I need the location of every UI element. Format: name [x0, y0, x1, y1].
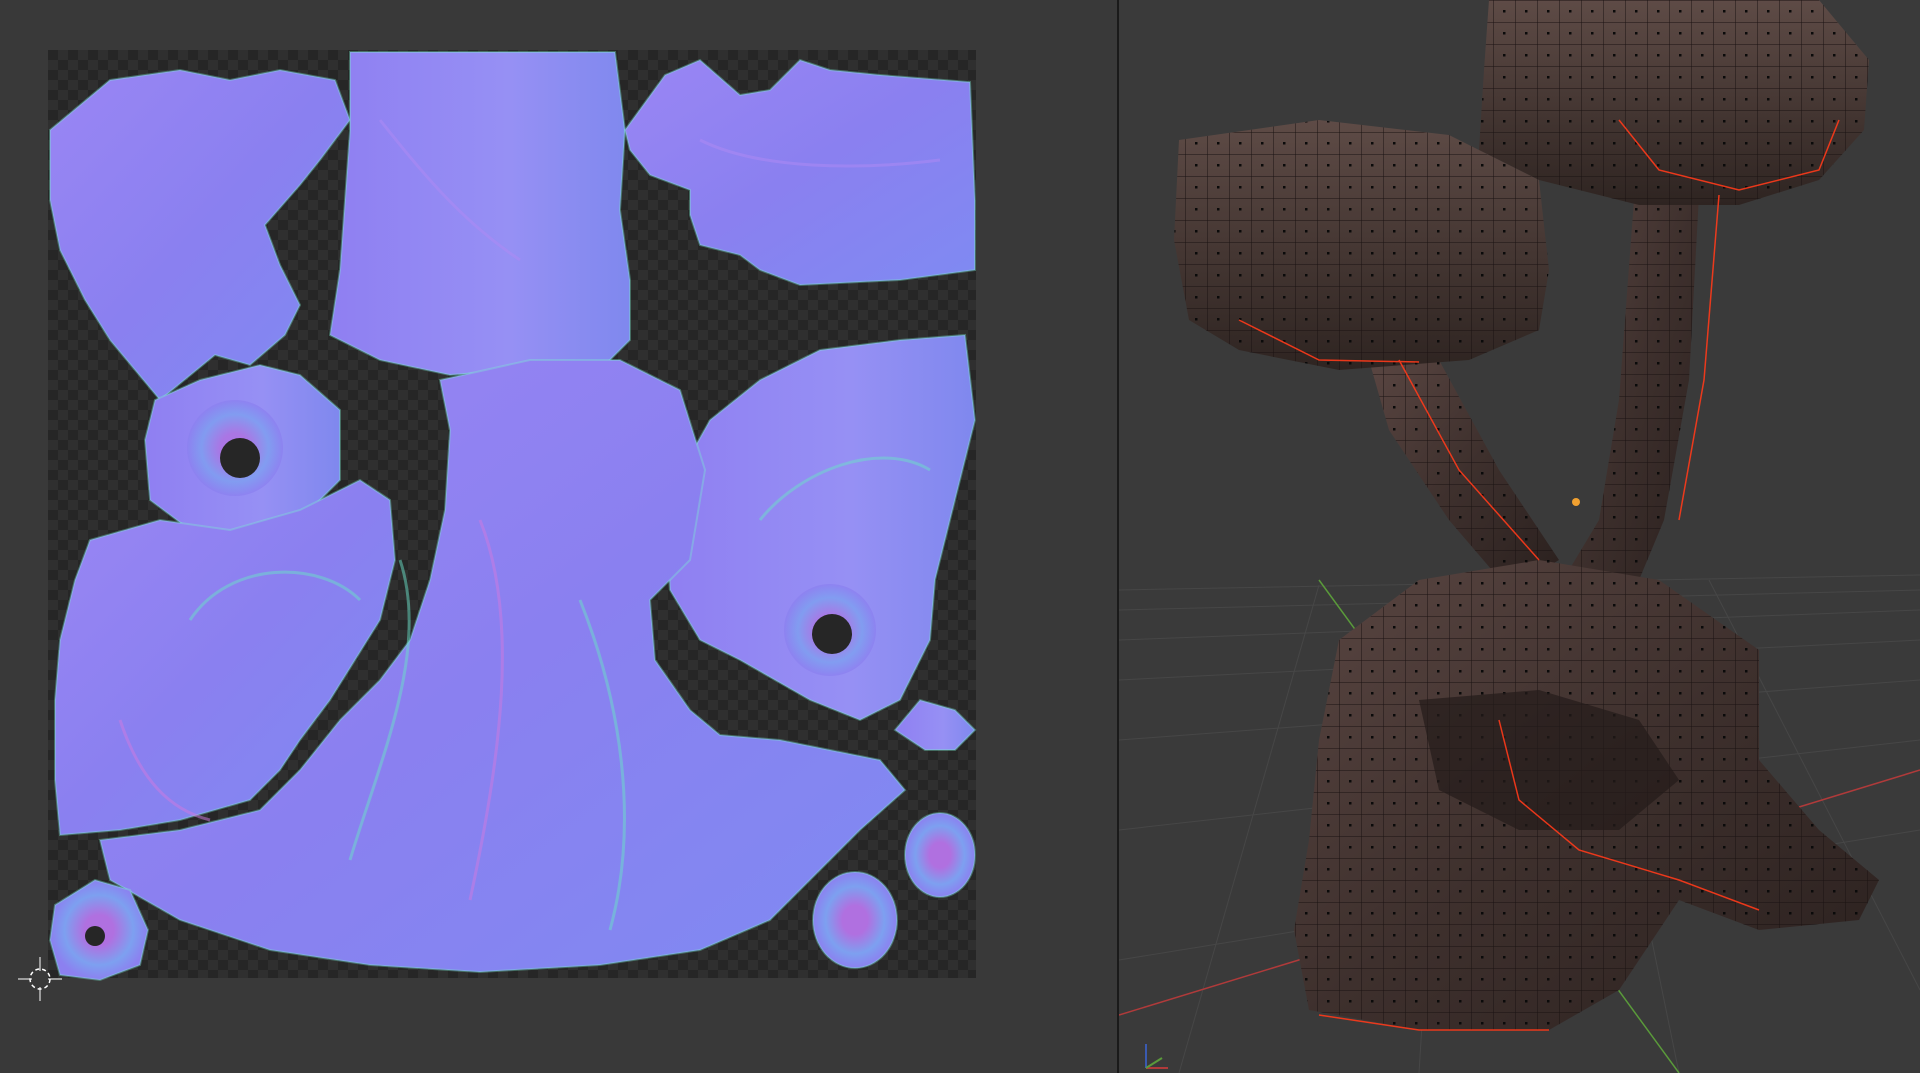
3d-viewport[interactable] [1119, 0, 1920, 1073]
uv-islands [48, 51, 977, 982]
uv-island-disc-bottom [812, 871, 898, 969]
uv-island-disc-right [904, 812, 976, 898]
uv-canvas[interactable] [0, 0, 1117, 1073]
uv-image-editor[interactable] [0, 0, 1117, 1073]
blender-window [0, 0, 1920, 1073]
2d-cursor-icon[interactable] [16, 955, 64, 1003]
viewport-canvas[interactable] [1119, 0, 1920, 1073]
object-origin[interactable] [1572, 498, 1580, 506]
mesh-object[interactable] [1174, 0, 1879, 1030]
uv-island-top-center [328, 51, 631, 377]
axis-gizmo-icon [1145, 1044, 1168, 1069]
